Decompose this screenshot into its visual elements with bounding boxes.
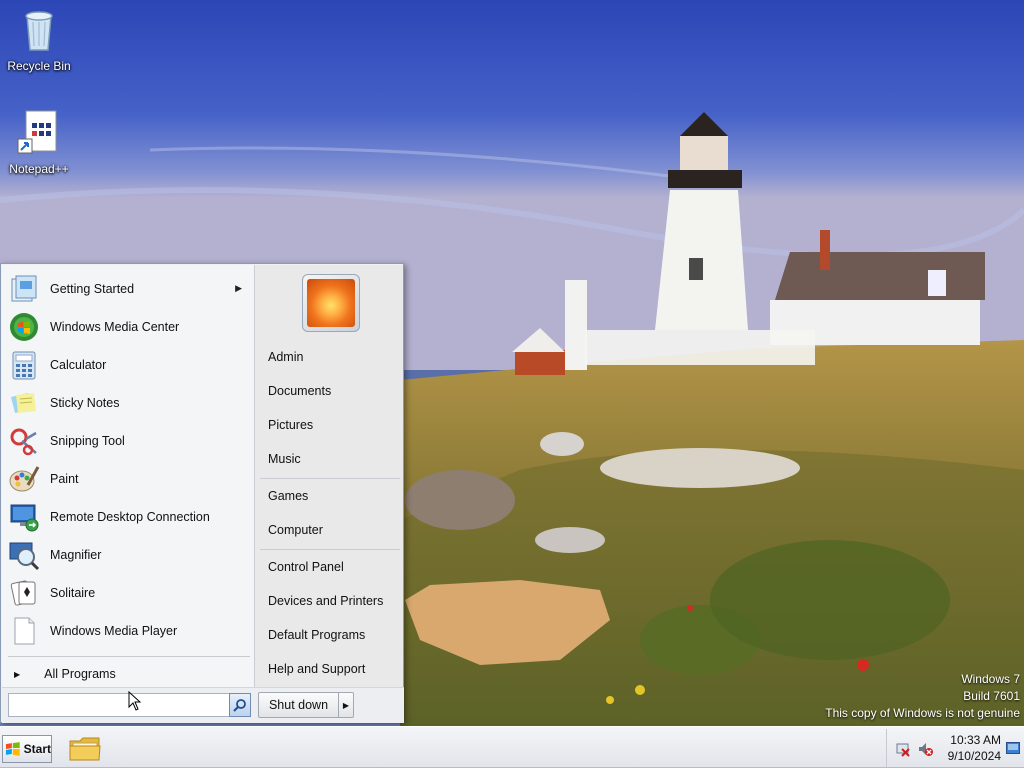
start-search-box[interactable] [8, 693, 230, 717]
start-menu-bottom-bar: Shut down ▶ [2, 687, 404, 723]
program-label: Windows Media Center [50, 320, 180, 334]
program-label: Windows Media Player [50, 624, 178, 638]
program-windows-media-player[interactable]: Windows Media Player [8, 614, 248, 648]
program-windows-media-center[interactable]: Windows Media Center [8, 310, 248, 344]
desktop-icon-recycle-bin[interactable]: Recycle Bin [1, 6, 77, 73]
desktop-icon-label: Recycle Bin [7, 59, 71, 73]
program-label: Snipping Tool [50, 434, 125, 448]
program-label: Sticky Notes [50, 396, 120, 410]
paint-icon [9, 466, 40, 492]
program-sticky-notes[interactable]: Sticky Notes [8, 386, 248, 420]
watermark-os: Windows 7 [961, 672, 1020, 686]
desktop-icon-label: Notepad++ [9, 162, 69, 176]
desktop-icon-notepad-plus-plus[interactable]: Notepad++ [1, 109, 77, 176]
search-icon [233, 699, 246, 712]
program-paint[interactable]: Paint [8, 462, 248, 496]
notepad-plus-plus-icon [17, 110, 57, 154]
submenu-arrow-icon: ▶ [235, 283, 242, 293]
start-search-input[interactable] [9, 694, 229, 716]
taskbar-clock[interactable]: 10:33 AM 9/10/2024 [939, 732, 1001, 764]
start-button[interactable]: Start [2, 735, 52, 763]
place-documents[interactable]: Documents [268, 380, 398, 402]
system-tray: 10:33 AM 9/10/2024 [886, 729, 1024, 767]
action-center-flag-icon[interactable] [895, 741, 911, 757]
clock-time: 10:33 AM [950, 733, 1001, 747]
magnifier-icon [9, 542, 40, 571]
program-label: Solitaire [50, 586, 96, 600]
flower-picture-icon [307, 279, 355, 327]
clock-date: 9/10/2024 [947, 749, 1001, 763]
program-label: Paint [50, 472, 79, 486]
volume-muted-icon[interactable] [917, 741, 933, 757]
program-label: Magnifier [50, 548, 102, 562]
programs-separator [8, 656, 250, 657]
program-getting-started[interactable]: Getting Started ▶ [8, 272, 248, 306]
place-admin[interactable]: Admin [268, 346, 398, 368]
places-separator [260, 549, 400, 550]
windows-watermark: Windows 7 Build 7601 This copy of Window… [825, 671, 1020, 722]
program-label: Remote Desktop Connection [50, 510, 210, 524]
show-desktop-icon[interactable] [1006, 742, 1020, 754]
start-label: Start [23, 742, 51, 756]
all-programs-button[interactable]: ▶ All Programs [8, 663, 248, 685]
shutdown-button-group: Shut down ▶ [258, 692, 354, 718]
program-label: Getting Started [50, 282, 135, 296]
start-menu: Getting Started ▶ Windows Media Center C… [0, 263, 404, 723]
windows-explorer-taskbar-icon[interactable] [66, 731, 104, 765]
expand-arrow-icon: ▶ [14, 669, 21, 679]
shutdown-button[interactable]: Shut down [259, 693, 339, 717]
places-separator [260, 478, 400, 479]
recycle-bin-icon [25, 11, 53, 51]
start-menu-programs-pane: Getting Started ▶ Windows Media Center C… [2, 265, 254, 687]
snipping-tool-icon [10, 428, 37, 456]
program-remote-desktop-connection[interactable]: Remote Desktop Connection [8, 500, 248, 534]
program-solitaire[interactable]: Solitaire [8, 576, 248, 610]
media-center-icon [10, 313, 38, 341]
calculator-icon [12, 351, 36, 380]
windows-logo-icon [5, 742, 20, 756]
place-music[interactable]: Music [268, 448, 398, 470]
getting-started-icon [11, 275, 37, 302]
shutdown-options-arrow-icon[interactable]: ▶ [339, 701, 353, 710]
mouse-cursor-icon [128, 691, 142, 711]
remote-desktop-icon [10, 504, 39, 532]
program-calculator[interactable]: Calculator [8, 348, 248, 382]
place-default-programs[interactable]: Default Programs [268, 624, 398, 646]
program-magnifier[interactable]: Magnifier [8, 538, 248, 572]
taskbar: Start 10:33 AM 9/10/2024 [0, 726, 1024, 768]
watermark-genuine-notice: This copy of Windows is not genuine [825, 706, 1020, 720]
place-devices-and-printers[interactable]: Devices and Printers [268, 590, 398, 612]
start-menu-places-pane: Admin Documents Pictures Music Games Com… [254, 265, 403, 687]
all-programs-label: All Programs [44, 667, 116, 681]
program-snipping-tool[interactable]: Snipping Tool [8, 424, 248, 458]
watermark-build: Build 7601 [963, 689, 1020, 703]
user-avatar[interactable] [302, 274, 360, 332]
solitaire-icon [10, 580, 36, 606]
place-pictures[interactable]: Pictures [268, 414, 398, 436]
place-computer[interactable]: Computer [268, 519, 398, 541]
place-help-and-support[interactable]: Help and Support [268, 658, 398, 680]
program-label: Calculator [50, 358, 107, 372]
place-control-panel[interactable]: Control Panel [268, 556, 398, 578]
sticky-notes-icon [11, 393, 36, 413]
search-button[interactable] [229, 693, 251, 717]
media-player-icon [14, 617, 35, 645]
place-games[interactable]: Games [268, 485, 398, 507]
